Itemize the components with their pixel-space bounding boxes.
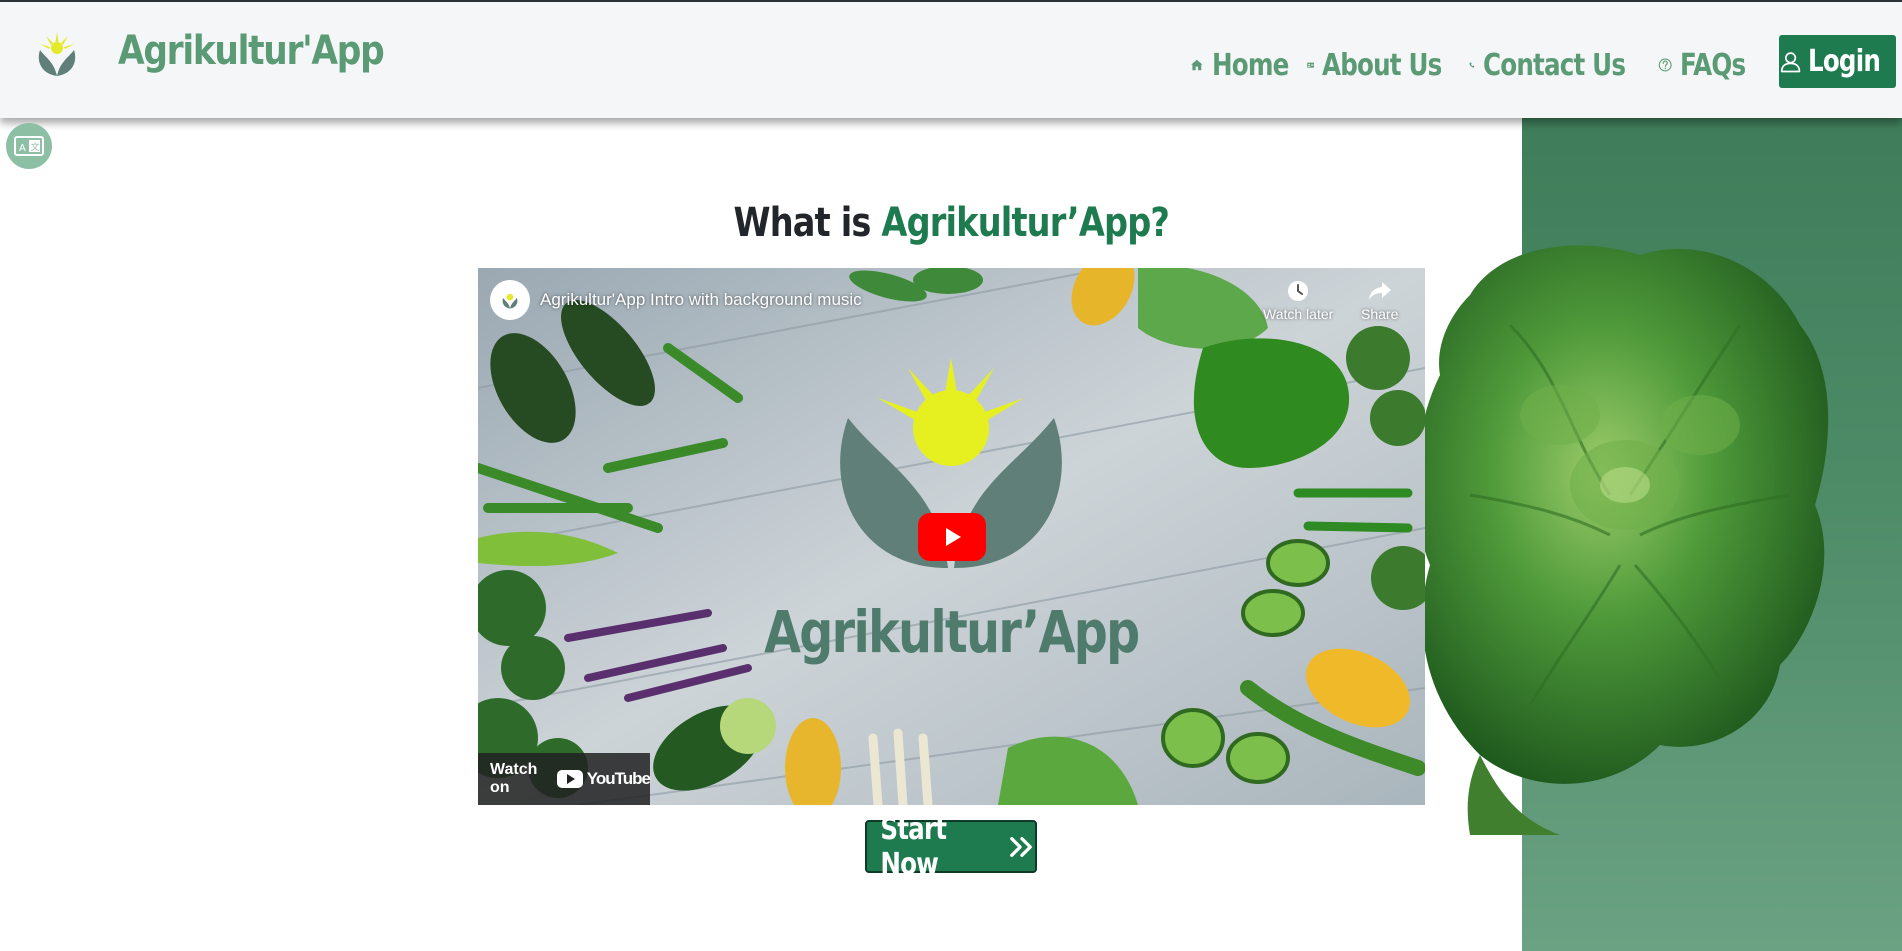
start-now-label: Start Now xyxy=(880,811,947,882)
play-icon xyxy=(946,528,961,546)
watch-on-youtube-button[interactable]: Watch on YouTube xyxy=(478,753,651,805)
phone-icon xyxy=(1469,62,1475,68)
id-card-icon xyxy=(1307,62,1315,68)
youtube-play-icon xyxy=(556,770,583,788)
navbar: Agrikultur'App Home About Us Contact Us xyxy=(0,2,1902,118)
nav-contact-us[interactable]: Contact Us xyxy=(1469,48,1656,83)
video-brand-overlay: Agrikultur’App xyxy=(764,598,1140,666)
watch-on-label: Watch on xyxy=(490,761,538,796)
nav-home-label: Home xyxy=(1211,47,1289,83)
svg-text:A: A xyxy=(19,143,26,154)
play-button[interactable] xyxy=(918,513,986,561)
start-now-button[interactable]: Start Now xyxy=(865,812,1037,882)
login-button[interactable]: Login xyxy=(1779,35,1896,88)
user-icon xyxy=(1780,51,1801,72)
share-icon xyxy=(1368,282,1391,300)
home-icon xyxy=(1191,59,1203,71)
question-circle-icon xyxy=(1658,58,1672,72)
nav-home[interactable]: Home xyxy=(1190,48,1305,83)
share-label: Share xyxy=(1361,306,1399,322)
brand-logo[interactable] xyxy=(30,28,84,82)
watch-later-label: Watch later xyxy=(1263,306,1334,322)
video-player[interactable]: Agrikultur’App Agrikultur'App Intro with… xyxy=(478,268,1425,805)
clock-icon xyxy=(1288,281,1309,301)
youtube-channel-avatar[interactable] xyxy=(490,280,530,320)
brand-name[interactable]: Agrikultur'App xyxy=(118,28,385,74)
login-label: Login xyxy=(1808,44,1881,79)
translate-button[interactable]: A 文 xyxy=(6,123,52,169)
nav-about-us-label: About Us xyxy=(1322,47,1442,83)
nav-faqs[interactable]: FAQs xyxy=(1658,48,1760,83)
page-title-highlight: Agrikultur’App? xyxy=(881,200,1170,246)
nav-about-us[interactable]: About Us xyxy=(1307,48,1468,83)
share-button[interactable]: Share xyxy=(1361,280,1398,322)
lettuce-image xyxy=(1415,245,1829,835)
youtube-logo: YouTube xyxy=(556,769,651,789)
nav-contact-us-label: Contact Us xyxy=(1482,47,1626,83)
double-chevron-right-icon xyxy=(1010,836,1032,857)
page-title-prefix: What is xyxy=(733,200,882,246)
nav-faqs-label: FAQs xyxy=(1680,47,1746,83)
channel-logo-icon xyxy=(502,293,518,309)
main-nav: Home About Us Contact Us FAQs xyxy=(1190,42,1760,88)
video-title[interactable]: Agrikultur'App Intro with background mus… xyxy=(540,290,862,310)
translate-icon: A 文 xyxy=(14,136,44,156)
page-title: What is Agrikultur’App? xyxy=(0,200,1902,246)
svg-text:文: 文 xyxy=(31,141,40,153)
watch-later-button[interactable]: Watch later xyxy=(1263,280,1333,322)
